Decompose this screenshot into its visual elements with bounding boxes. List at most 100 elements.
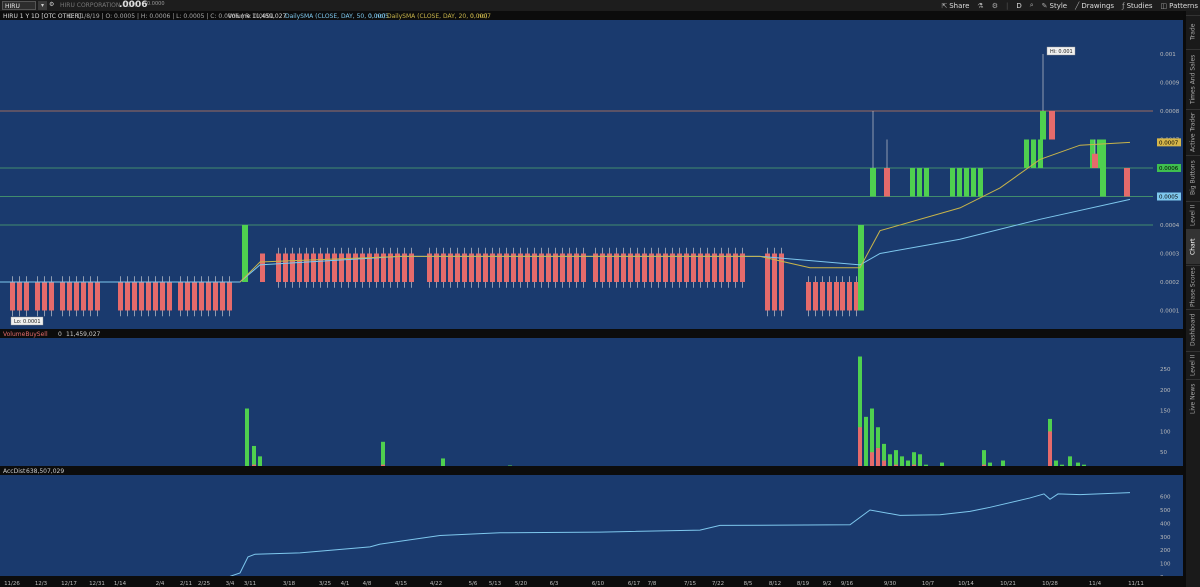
candle-body[interactable] — [469, 253, 474, 283]
candle-body[interactable] — [628, 253, 633, 283]
candle-body[interactable] — [311, 253, 316, 283]
candle-body[interactable] — [318, 253, 323, 283]
candle-body[interactable] — [978, 168, 983, 197]
aggregation-selector[interactable]: D — [1016, 2, 1021, 10]
candle-body[interactable] — [167, 282, 172, 311]
right-tab[interactable]: Big Buttons — [1186, 155, 1200, 200]
candle-body[interactable] — [560, 253, 565, 283]
candle-body[interactable] — [1040, 111, 1046, 140]
flask-icon[interactable]: ⚗ — [977, 2, 983, 10]
candle-body[interactable] — [125, 282, 130, 311]
candle-body[interactable] — [346, 253, 351, 283]
candle-body[interactable] — [884, 168, 890, 197]
gear-icon[interactable]: ⚙ — [992, 2, 998, 10]
candle-body[interactable] — [957, 168, 962, 197]
candle-body[interactable] — [42, 282, 47, 311]
candle-body[interactable] — [178, 282, 183, 311]
candle-body[interactable] — [870, 168, 876, 197]
candle-body[interactable] — [276, 253, 281, 283]
candle-body[interactable] — [1124, 168, 1130, 197]
right-tab[interactable]: Times And Sales — [1186, 49, 1200, 108]
candle-body[interactable] — [621, 253, 626, 283]
right-tab[interactable]: Trade — [1186, 15, 1200, 48]
candle-body[interactable] — [1092, 153, 1098, 168]
candle-body[interactable] — [806, 282, 811, 311]
candle-body[interactable] — [691, 253, 696, 283]
candle-body[interactable] — [35, 282, 40, 311]
candle-body[interactable] — [698, 253, 703, 283]
candle-body[interactable] — [581, 253, 586, 283]
candle-body[interactable] — [834, 282, 839, 311]
candle-body[interactable] — [199, 282, 204, 311]
accdist-plot[interactable]: 6005004003002001000 — [0, 475, 1183, 581]
candle-body[interactable] — [553, 253, 558, 283]
candle-body[interactable] — [283, 253, 288, 283]
candle-body[interactable] — [705, 253, 710, 283]
candle-body[interactable] — [339, 253, 344, 283]
candle-body[interactable] — [304, 253, 309, 283]
candle-body[interactable] — [642, 253, 647, 283]
chart-area[interactable]: HIRU 1 Y 1D [OTC OTHER] D: 11/8/19 | O: … — [0, 11, 1183, 587]
candle-body[interactable] — [325, 253, 330, 283]
chart-canvas[interactable]: HIRU 1 Y 1D [OTC OTHER] D: 11/8/19 | O: … — [0, 11, 1183, 587]
candle-body[interactable] — [227, 282, 232, 311]
candle-body[interactable] — [74, 282, 79, 311]
candle-body[interactable] — [539, 253, 544, 283]
right-tab[interactable]: Active Trader — [1186, 109, 1200, 154]
share-button[interactable]: ⇱ Share — [941, 2, 969, 10]
symbol-input[interactable]: HIRU — [2, 1, 36, 10]
candle-body[interactable] — [185, 282, 190, 311]
candle-body[interactable] — [765, 253, 770, 311]
candle-body[interactable] — [260, 253, 265, 283]
candle-body[interactable] — [525, 253, 530, 283]
candle-body[interactable] — [1024, 139, 1029, 169]
candle-body[interactable] — [17, 282, 22, 311]
right-tab[interactable]: Chart — [1186, 229, 1200, 264]
price-plot[interactable]: 0.001 0.0009 0.0008 0.0007 0.0006 0.0005 0.000… — [0, 22, 1183, 329]
candle-body[interactable] — [118, 282, 123, 311]
candle-body[interactable] — [448, 253, 453, 283]
candle-body[interactable] — [511, 253, 516, 283]
candle-body[interactable] — [567, 253, 572, 283]
candle-body[interactable] — [712, 253, 717, 283]
candle-body[interactable] — [67, 282, 72, 311]
candle-body[interactable] — [910, 168, 915, 197]
candle-body[interactable] — [635, 253, 640, 283]
candle-body[interactable] — [546, 253, 551, 283]
candle-body[interactable] — [607, 253, 612, 283]
candle-body[interactable] — [95, 282, 100, 311]
candle-body[interactable] — [1038, 139, 1043, 169]
symbol-action-icon[interactable]: ⚙ — [49, 1, 54, 8]
candle-body[interactable] — [60, 282, 65, 311]
candle-body[interactable] — [81, 282, 86, 311]
candle-body[interactable] — [917, 168, 922, 197]
candle-body[interactable] — [242, 225, 248, 282]
candle-body[interactable] — [740, 253, 745, 283]
candle-body[interactable] — [146, 282, 151, 311]
candle-body[interactable] — [427, 253, 432, 283]
right-tab[interactable]: Level II — [1186, 351, 1200, 378]
candle-body[interactable] — [455, 253, 460, 283]
candle-body[interactable] — [10, 282, 15, 311]
candle-body[interactable] — [88, 282, 93, 311]
candle-body[interactable] — [574, 253, 579, 283]
right-tab[interactable]: Dashboard — [1186, 309, 1200, 350]
candle-body[interactable] — [964, 168, 969, 197]
candle-body[interactable] — [192, 282, 197, 311]
candle-body[interactable] — [213, 282, 218, 311]
right-tab[interactable]: Level II — [1186, 201, 1200, 228]
candle-body[interactable] — [532, 253, 537, 283]
candle-body[interactable] — [733, 253, 738, 283]
candle-body[interactable] — [132, 282, 137, 311]
volume-bar[interactable] — [864, 416, 868, 473]
candle-body[interactable] — [950, 168, 955, 197]
candle-body[interactable] — [656, 253, 661, 283]
drawings-button[interactable]: ╱ Drawings — [1075, 2, 1114, 10]
candle-body[interactable] — [49, 282, 54, 311]
candle-body[interactable] — [434, 253, 439, 283]
candle-body[interactable] — [719, 253, 724, 283]
candle-body[interactable] — [820, 282, 825, 311]
candle-body[interactable] — [160, 282, 165, 311]
candle-body[interactable] — [462, 253, 467, 283]
candle-body[interactable] — [497, 253, 502, 283]
